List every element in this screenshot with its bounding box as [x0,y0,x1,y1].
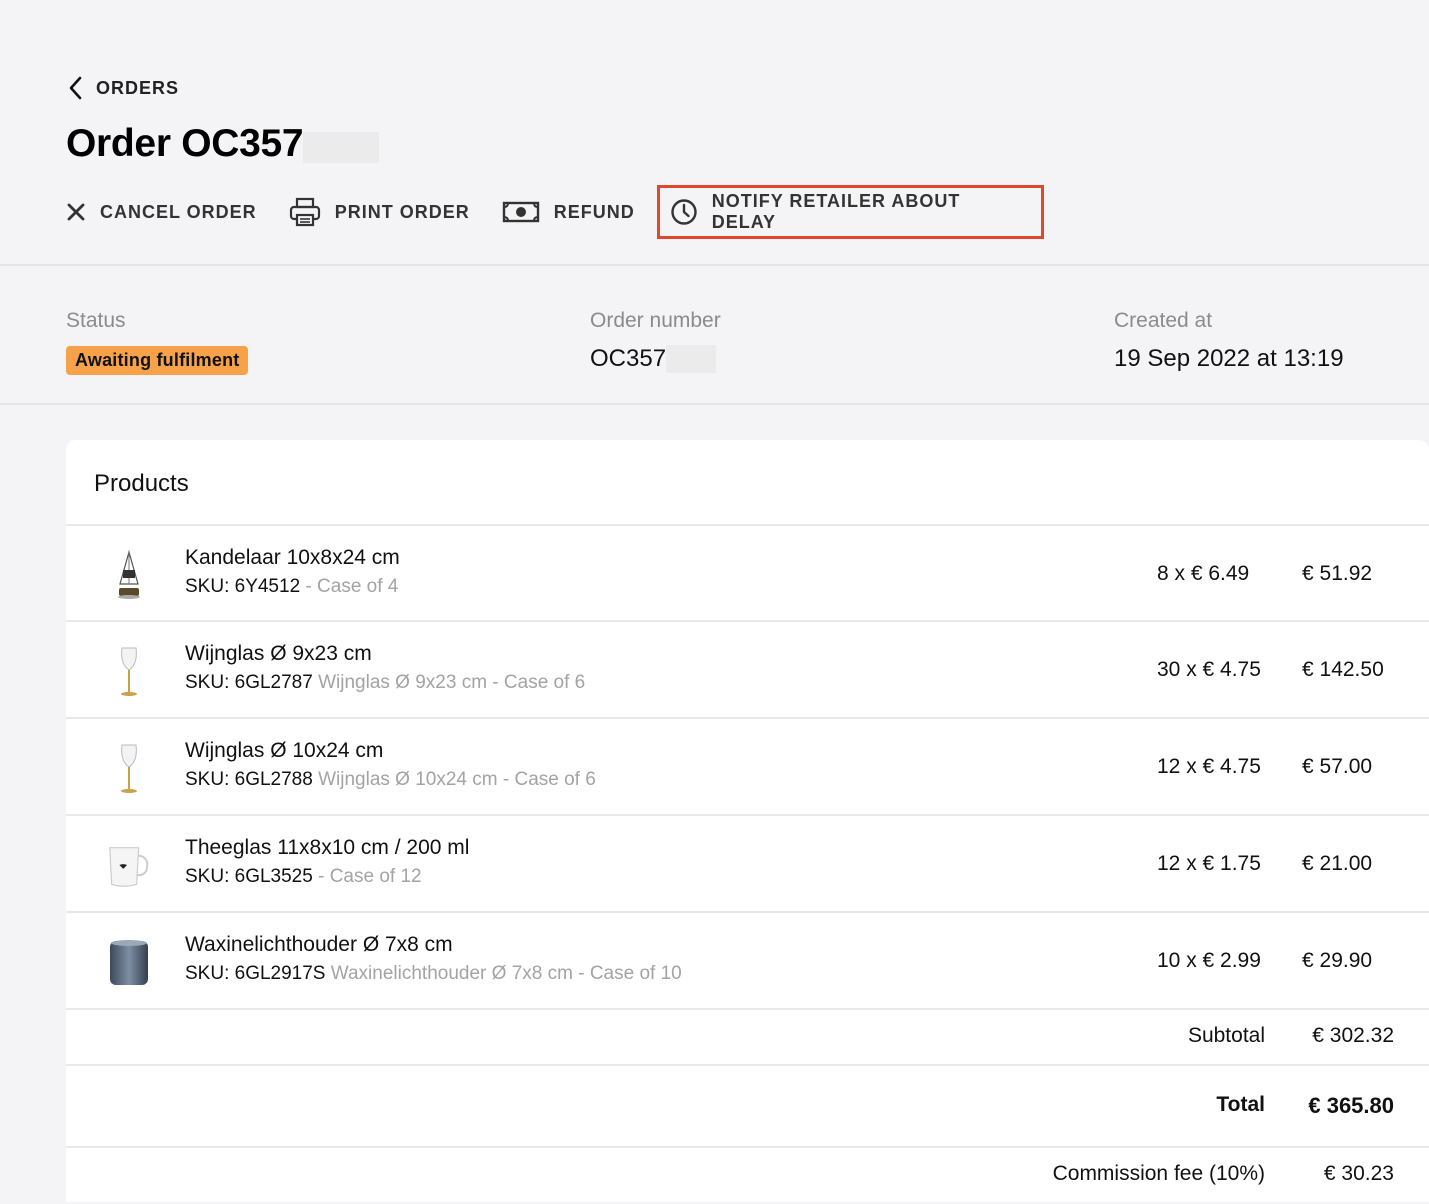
order-actions: CANCEL ORDER PRINT ORDER REFUND NOTIFY R… [66,185,1044,239]
product-line-total: € 29.90 [1302,949,1373,972]
created-at-value: 19 Sep 2022 at 13:19 [1114,345,1344,372]
order-number-value: OC357 [590,345,667,372]
notify-retailer-delay-button[interactable]: NOTIFY RETAILER ABOUT DELAY [656,185,1044,239]
subtotal-value: € 302.32 [1312,1024,1394,1047]
redacted-block [666,345,717,373]
products-card: Products Kandelaar 10x8x24 cm SKU: 6Y451… [66,440,1429,1202]
refund-label: REFUND [553,201,635,222]
back-to-orders-link[interactable]: ORDERS [66,74,179,102]
order-number-label: Order number [590,309,721,332]
product-sku: SKU: 6GL2787 [185,672,313,693]
product-sku-detail: - Case of 4 [300,576,399,597]
printer-icon [289,197,320,227]
product-name: Waxinelichthouder Ø 7x8 cm [185,933,453,956]
info-divider [0,403,1429,405]
product-sku-detail: Wijnglas Ø 9x23 cm - Case of 6 [312,672,586,693]
status-badge: Awaiting fulfilment [66,346,249,375]
candle-holder-icon [104,548,154,604]
cancel-order-label: CANCEL ORDER [100,201,257,222]
commission-value: € 30.23 [1323,1162,1394,1185]
product-name: Wijnglas Ø 10x24 cm [185,739,384,762]
page-title-row: Order OC357 [66,122,380,166]
header-divider [0,264,1429,266]
wine-glass-icon [104,644,154,700]
product-sku-detail: Waxinelichthouder Ø 7x8 cm - Case of 10 [325,963,682,984]
tea-glass-icon [104,838,154,894]
product-sku-detail: Wijnglas Ø 10x24 cm - Case of 6 [312,769,596,790]
print-order-button[interactable]: PRINT ORDER [289,192,470,232]
subtotal-label: Subtotal [1187,1024,1265,1047]
status-label: Status [66,309,126,332]
back-link-label: ORDERS [96,77,180,98]
product-quantity-price: 12 x € 1.75 [1157,852,1261,875]
product-quantity-price: 10 x € 2.99 [1157,949,1261,972]
order-number-value-wrap: OC357 [590,345,717,373]
product-row[interactable]: Kandelaar 10x8x24 cm SKU: 6Y4512 - Case … [66,524,1429,622]
product-name: Wijnglas Ø 9x23 cm [185,642,372,665]
product-sku-detail: - Case of 12 [312,866,422,887]
product-line-total: € 142.50 [1302,658,1384,681]
clock-icon [671,199,697,225]
product-row[interactable]: Wijnglas Ø 9x23 cm SKU: 6GL2787 Wijnglas… [66,620,1429,717]
product-name: Kandelaar 10x8x24 cm [185,546,400,569]
product-quantity-price: 8 x € 6.49 [1157,562,1250,585]
product-row[interactable]: Theeglas 11x8x10 cm / 200 ml SKU: 6GL352… [66,814,1429,911]
product-sku-line: SKU: 6Y4512 - Case of 4 [185,576,398,598]
subtotal-row: Subtotal € 302.32 [66,1008,1429,1064]
refund-button[interactable]: REFUND [502,192,635,232]
product-sku-line: SKU: 6GL3525 - Case of 12 [185,866,422,888]
cancel-order-button[interactable]: CANCEL ORDER [66,192,257,232]
money-icon [502,201,539,223]
chevron-left-icon [69,76,82,100]
products-title: Products [94,470,189,497]
product-sku-line: SKU: 6GL2917S Waxinelichthouder Ø 7x8 cm… [185,963,682,985]
commission-row: Commission fee (10%) € 30.23 [66,1146,1429,1204]
product-line-total: € 57.00 [1302,755,1373,778]
product-sku: SKU: 6GL2788 [185,769,313,790]
notify-retailer-delay-label: NOTIFY RETAILER ABOUT DELAY [711,191,961,232]
tealight-holder-icon [104,935,154,991]
product-sku-line: SKU: 6GL2787 Wijnglas Ø 9x23 cm - Case o… [185,672,585,694]
product-name: Theeglas 11x8x10 cm / 200 ml [185,836,470,859]
created-at-label: Created at [1114,309,1213,332]
product-row[interactable]: Wijnglas Ø 10x24 cm SKU: 6GL2788 Wijngla… [66,717,1429,814]
commission-label: Commission fee (10%) [1052,1162,1265,1185]
total-value: € 365.80 [1308,1093,1394,1118]
product-sku: SKU: 6Y4512 [185,576,301,597]
product-quantity-price: 30 x € 4.75 [1157,658,1261,681]
product-line-total: € 21.00 [1302,852,1373,875]
print-order-label: PRINT ORDER [334,201,470,222]
page-title: Order OC357 [66,122,304,165]
product-row[interactable]: Waxinelichthouder Ø 7x8 cm SKU: 6GL2917S… [66,911,1429,1008]
close-icon [67,203,85,221]
redacted-block [303,131,380,163]
total-row: Total € 365.80 [66,1064,1429,1148]
product-sku: SKU: 6GL3525 [185,866,313,887]
product-sku: SKU: 6GL2917S [185,963,326,984]
product-line-total: € 51.92 [1302,562,1373,585]
product-quantity-price: 12 x € 4.75 [1157,755,1261,778]
wine-glass-icon [104,741,154,797]
total-label: Total [1216,1093,1265,1116]
product-sku-line: SKU: 6GL2788 Wijnglas Ø 10x24 cm - Case … [185,769,596,791]
